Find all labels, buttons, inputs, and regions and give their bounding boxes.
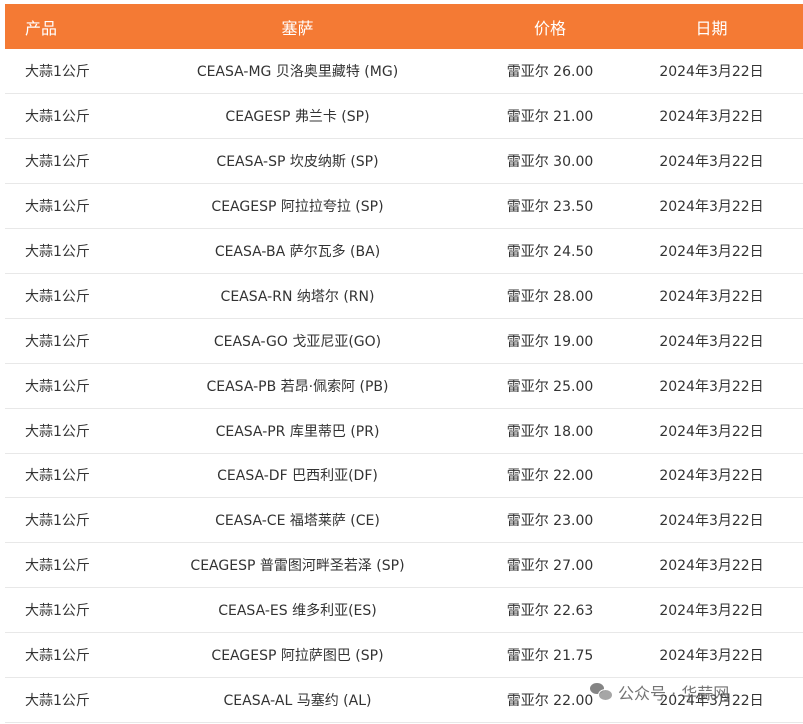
header-market: 塞萨: [115, 4, 480, 49]
cell-date: 2024年3月22日: [659, 64, 764, 81]
header-row: 产品 塞萨 价格 日期: [5, 4, 803, 49]
cell-price: 雷亚尔 26.00: [506, 64, 594, 81]
cell-date: 2024年3月22日: [659, 288, 764, 305]
header-product: 产品: [5, 4, 115, 49]
cell-price: 雷亚尔 24.50: [506, 244, 594, 260]
cell-date: 2024年3月22日: [659, 648, 764, 665]
cell-price: 雷亚尔 25.00: [506, 378, 594, 395]
cell-date: 2024年3月22日: [659, 423, 764, 440]
table-body: 大蒜1公斤 CEASA-MG 贝洛奥里藏特 (MG) 雷亚尔 26.00 2024年3…: [5, 49, 803, 723]
cell-price: 雷亚尔 22.63: [506, 603, 594, 620]
cell-product: 大蒜1公斤: [25, 513, 90, 530]
cell-price: 雷亚尔 21.00: [506, 109, 594, 126]
cell-date: 2024年3月22日: [659, 199, 764, 216]
cell-price: 雷亚尔 22.00: [506, 468, 594, 485]
header-date: 日期: [620, 4, 803, 49]
price-table: 产品 塞萨 价格 日期 大蒜1公斤 CEASA-MG 贝洛奥里藏特 (MG) 雷亚尔…: [5, 4, 803, 723]
cell-product: 大蒜1公斤: [25, 64, 90, 81]
cell-product: 大蒜1公斤: [25, 603, 90, 620]
cell-date: 2024年3月22日: [659, 154, 764, 171]
cell-market: CEASA-SP 坎皮纳斯 (SP): [216, 154, 379, 171]
cell-market: CEAGESP 弗兰卡 (SP): [225, 109, 370, 126]
cell-market: CEASA-GO 戈亚尼亚(GO): [213, 333, 382, 350]
cell-market: CEASA-PB 若昂·佩索阿 (PB): [206, 378, 389, 395]
table-row: 大蒜1公斤 CEAGESP 弗兰卡 (SP) 雷亚尔 21.00 2024年3月22日: [5, 94, 803, 139]
table-row: 大蒜1公斤 CEAGESP 普雷图河畔圣若泽 (SP) 雷亚尔 27.00 2024年…: [5, 543, 803, 588]
cell-product: 大蒜1公斤: [25, 333, 90, 350]
table-header: 产品 塞萨 价格 日期: [5, 4, 803, 49]
header-price: 价格: [480, 4, 620, 49]
table-row: 大蒜1公斤 CEASA-GO 戈亚尼亚(GO) 雷亚尔 19.00 2024年3月22…: [5, 318, 803, 364]
table-row: 大蒜1公斤 CEASA-SP 坎皮纳斯 (SP) 雷亚尔 30.00 2024年3月2…: [5, 139, 803, 184]
watermark: 公众号 · 华蒜网: [590, 680, 729, 704]
cell-date: 2024年3月22日: [659, 109, 764, 126]
cell-product: 大蒜1公斤: [25, 378, 90, 395]
cell-market: CEASA-RN 纳塔尔 (RN): [220, 288, 375, 305]
table-row: 大蒜1公斤 CEASA-CE 福塔莱萨 (CE) 雷亚尔 23.00 2024年3月2…: [5, 498, 803, 543]
cell-market: CEAGESP 阿拉萨图巴 (SP): [211, 648, 384, 665]
cell-product: 大蒜1公斤: [25, 648, 90, 665]
cell-price: 雷亚尔 19.00: [506, 333, 594, 350]
cell-market: CEASA-AL 马塞约 (AL): [223, 692, 372, 709]
cell-date: 2024年3月22日: [659, 378, 764, 395]
cell-date: 2024年3月22日: [659, 468, 764, 485]
cell-product: 大蒜1公斤: [25, 154, 90, 171]
cell-price: 雷亚尔 23.00: [506, 513, 594, 530]
table-row: 大蒜1公斤 CEASA-ES 维多利亚(ES) 雷亚尔 22.63 2024年3月22…: [5, 588, 803, 633]
cell-market: CEASA-MG 贝洛奥里藏特 (MG): [196, 64, 399, 81]
cell-product: 大蒜1公斤: [25, 692, 90, 709]
cell-product: 大蒜1公斤: [25, 199, 90, 216]
cell-market: CEAGESP 普雷图河畔圣若泽 (SP): [190, 558, 405, 575]
table-row: 大蒜1公斤 CEASA-DF 巴西利亚(DF) 雷亚尔 22.00 2024年3月22…: [5, 453, 803, 498]
watermark-text: 公众号 · 华蒜网: [618, 684, 730, 703]
cell-date: 2024年3月22日: [659, 333, 764, 350]
cell-product: 大蒜1公斤: [25, 288, 90, 305]
cell-price: 雷亚尔 18.00: [506, 423, 594, 440]
table-row: 大蒜1公斤 CEASA-RN 纳塔尔 (RN) 雷亚尔 28.00 2024年3月22…: [5, 273, 803, 319]
cell-date: 2024年3月22日: [659, 244, 764, 260]
cell-price: 雷亚尔 23.50: [506, 199, 594, 216]
table-row: 大蒜1公斤 CEAGESP 阿拉萨图巴 (SP) 雷亚尔 21.75 2024年3月2…: [5, 633, 803, 678]
wechat-icon: [590, 683, 613, 701]
cell-product: 大蒜1公斤: [25, 468, 90, 485]
price-table-container: 产品 塞萨 价格 日期 大蒜1公斤 CEASA-MG 贝洛奥里藏特 (MG) 雷亚尔…: [5, 4, 803, 723]
table-row: 大蒜1公斤 CEASA-PR 库里蒂巴 (PR) 雷亚尔 18.00 2024年3月2…: [5, 408, 803, 454]
cell-market: CEASA-CE 福塔莱萨 (CE): [215, 513, 380, 530]
cell-market: CEASA-BA 萨尔瓦多 (BA): [214, 244, 381, 260]
cell-market: CEASA-PR 库里蒂巴 (PR): [215, 423, 380, 440]
cell-price: 雷亚尔 30.00: [506, 154, 594, 171]
cell-price: 雷亚尔 27.00: [506, 558, 594, 575]
cell-date: 2024年3月22日: [659, 558, 764, 575]
cell-market: CEAGESP 阿拉拉夸拉 (SP): [211, 199, 384, 216]
cell-date: 2024年3月22日: [659, 603, 764, 620]
cell-product: 大蒜1公斤: [25, 423, 90, 440]
cell-price: 雷亚尔 21.75: [506, 648, 594, 665]
cell-price: 雷亚尔 28.00: [506, 288, 594, 305]
cell-product: 大蒜1公斤: [25, 558, 90, 575]
table-row: 大蒜1公斤 CEAGESP 阿拉拉夸拉 (SP) 雷亚尔 23.50 2024年3月2…: [5, 184, 803, 229]
cell-product: 大蒜1公斤: [25, 109, 90, 126]
table-row: 大蒜1公斤 CEASA-MG 贝洛奥里藏特 (MG) 雷亚尔 26.00 2024年3…: [5, 49, 803, 94]
cell-market: CEASA-ES 维多利亚(ES): [218, 603, 377, 620]
cell-market: CEASA-DF 巴西利亚(DF): [217, 468, 378, 485]
cell-product: 大蒜1公斤: [25, 244, 90, 260]
cell-date: 2024年3月22日: [659, 513, 764, 530]
table-row: 大蒜1公斤 CEASA-BA 萨尔瓦多 (BA) 雷亚尔 24.50 2024年3月2…: [5, 229, 803, 274]
table-row: 大蒜1公斤 CEASA-PB 若昂·佩索阿 (PB) 雷亚尔 25.00 2024年3…: [5, 363, 803, 409]
